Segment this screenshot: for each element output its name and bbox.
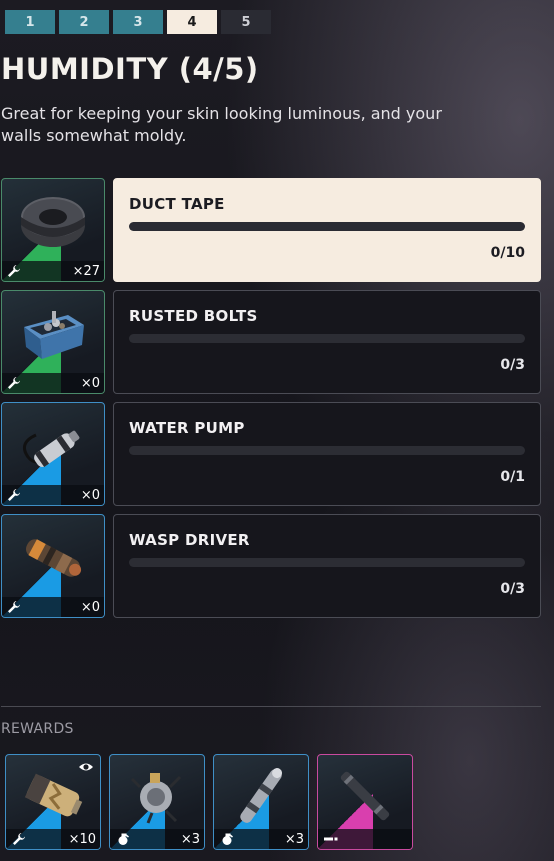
wrench-icon [13, 833, 25, 845]
requirement-row: ×0 RUSTED BOLTS 0/3 [1, 290, 541, 394]
item-tile-duct-tape[interactable]: ×27 [1, 178, 105, 282]
wrench-icon [8, 489, 20, 501]
stage-tab-1[interactable]: 1 [5, 10, 55, 34]
page-description: Great for keeping your skin looking lumi… [1, 104, 442, 145]
duct-tape-icon [21, 197, 85, 247]
progress-bar [129, 334, 525, 343]
reward-tile-4[interactable] [317, 754, 413, 850]
attachment-icon [324, 837, 338, 841]
page-title: HUMIDITY (4/5) [1, 52, 259, 86]
stage-tab-2[interactable]: 2 [59, 10, 109, 34]
eye-icon[interactable] [78, 761, 94, 773]
item-tile-rusted-bolts[interactable]: ×0 [1, 290, 105, 394]
requirement-row: ×0 WATER PUMP 0/1 [1, 402, 541, 506]
battery-icon [24, 773, 83, 817]
requirement-name: WATER PUMP [129, 419, 245, 437]
stage-tabs: 1 2 3 4 5 [5, 10, 271, 34]
wrench-icon [8, 601, 20, 613]
reward-count: ×3 [284, 832, 304, 847]
progress-text: 0/1 [500, 469, 525, 485]
stage-tab-3[interactable]: 3 [113, 10, 163, 34]
progress-text: 0/3 [500, 581, 525, 597]
wrench-icon [8, 265, 20, 277]
requirement-name: WASP DRIVER [129, 531, 250, 549]
gadget-icon [130, 773, 182, 824]
reward-count: ×3 [180, 832, 200, 847]
reward-count: ×10 [68, 832, 96, 847]
item-tile-water-pump[interactable]: ×0 [1, 402, 105, 506]
requirement-row: ×0 WASP DRIVER 0/3 [1, 514, 541, 618]
requirement-name: RUSTED BOLTS [129, 307, 258, 325]
requirement-card-duct-tape[interactable]: DUCT TAPE 0/10 [113, 178, 541, 282]
progress-bar [129, 446, 525, 455]
stage-tab-5[interactable]: 5 [221, 10, 271, 34]
reward-tile-3[interactable]: ×3 [213, 754, 309, 850]
grenade-icon [118, 833, 129, 845]
stage-tab-4[interactable]: 4 [167, 10, 217, 34]
requirement-row: ×27 DUCT TAPE 0/10 [1, 178, 541, 282]
silencer-icon [340, 771, 390, 821]
rewards-heading: REWARDS [1, 721, 74, 737]
requirement-name: DUCT TAPE [129, 195, 225, 213]
requirement-card-rusted-bolts[interactable]: RUSTED BOLTS 0/3 [113, 290, 541, 394]
canister-icon [240, 768, 283, 823]
item-tile-wasp-driver[interactable]: ×0 [1, 514, 105, 618]
reward-tile-2[interactable]: ×3 [109, 754, 205, 850]
owned-count: ×0 [80, 600, 100, 615]
requirement-card-water-pump[interactable]: WATER PUMP 0/1 [113, 402, 541, 506]
owned-count: ×0 [80, 376, 100, 391]
progress-bar [129, 222, 525, 231]
rusted-bolts-icon [24, 311, 84, 359]
wasp-driver-icon [25, 539, 82, 577]
wrench-icon [8, 377, 20, 389]
owned-count: ×27 [72, 264, 100, 279]
owned-count: ×0 [80, 488, 100, 503]
progress-text: 0/3 [500, 357, 525, 373]
divider [1, 706, 541, 707]
grenade-icon [222, 833, 233, 845]
reward-tile-1[interactable]: ×10 [5, 754, 101, 850]
requirement-card-wasp-driver[interactable]: WASP DRIVER 0/3 [113, 514, 541, 618]
progress-bar [129, 558, 525, 567]
water-pump-icon [22, 430, 80, 468]
progress-text: 0/10 [490, 245, 525, 261]
